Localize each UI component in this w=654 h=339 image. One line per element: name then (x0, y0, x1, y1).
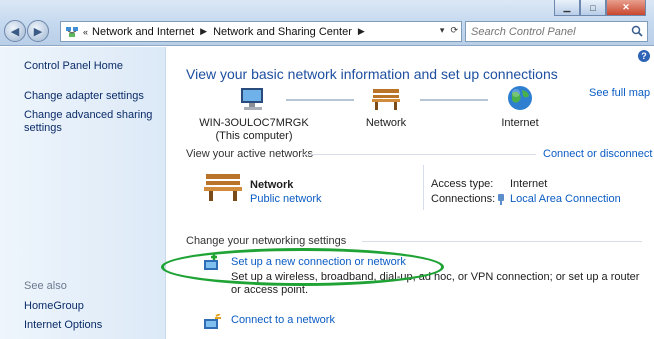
computer-icon[interactable] (238, 86, 268, 112)
back-button[interactable]: ◀ (4, 20, 26, 42)
divider (303, 154, 536, 155)
setup-new-connection-link[interactable]: Set up a new connection or network (231, 256, 406, 268)
connections-label: Connections: (431, 193, 496, 205)
window-controls: ▁ □ ✕ (554, 0, 646, 16)
local-area-connection-link[interactable]: Local Area Connection (510, 193, 621, 205)
vertical-divider (423, 165, 424, 210)
computer-name: WIN-3OULOC7MRGK (199, 117, 309, 129)
back-arrow-icon: ◀ (10, 25, 20, 38)
page-title: View your basic network information and … (186, 66, 558, 82)
network-type-link[interactable]: Public network (250, 193, 322, 205)
refresh-icon[interactable]: ⟳ (450, 25, 458, 36)
sidebar: Control Panel Home Change adapter settin… (0, 47, 166, 339)
see-also-heading: See also (24, 280, 67, 292)
close-button[interactable]: ✕ (606, 0, 646, 16)
computer-subtitle: (This computer) (215, 130, 293, 142)
maximize-button[interactable]: □ (580, 0, 606, 16)
sidebar-item-homegroup[interactable]: HomeGroup (24, 300, 84, 313)
breadcrumb-separator-icon[interactable]: ▶ (200, 26, 207, 37)
help-icon[interactable]: ? (638, 50, 650, 62)
access-type-value: Internet (510, 178, 548, 190)
search-input[interactable] (471, 25, 629, 38)
connector-line (286, 99, 354, 101)
active-network-name: Network (250, 179, 294, 191)
breadcrumb-network-internet[interactable]: Network and Internet (92, 26, 194, 38)
breadcrumb-overflow[interactable]: « (83, 27, 88, 37)
search-icon[interactable] (631, 25, 643, 37)
network-node-label: Network (365, 117, 407, 129)
breadcrumb-sharing-center[interactable]: Network and Sharing Center (213, 26, 352, 38)
sidebar-item-advanced-sharing[interactable]: Change advanced sharing (24, 109, 152, 122)
globe-icon[interactable] (506, 84, 534, 112)
bench-icon (204, 174, 242, 201)
change-settings-heading: Change your networking settings (186, 235, 347, 247)
connect-or-disconnect-link[interactable]: Connect or disconnect (543, 148, 652, 160)
network-center-icon (66, 26, 78, 37)
connect-to-network-link[interactable]: Connect to a network (231, 314, 335, 326)
bench-icon[interactable] (370, 86, 402, 112)
sidebar-item-advanced-sharing-cont[interactable]: settings (24, 122, 62, 135)
address-dropdown-icon[interactable]: ▾ (440, 25, 445, 36)
see-full-map-link[interactable]: See full map (589, 87, 650, 99)
internet-node-label: Internet (501, 117, 539, 129)
connect-network-icon (204, 314, 221, 329)
connector-line (420, 99, 488, 101)
forward-button[interactable]: ▶ (27, 20, 49, 42)
sidebar-item-adapter-settings[interactable]: Change adapter settings (24, 90, 144, 103)
title-bar: ▁ □ ✕ ◀ ▶ « Network and Internet ▶ Netwo… (0, 0, 654, 46)
minimize-button[interactable]: ▁ (554, 0, 580, 16)
divider (362, 241, 642, 242)
connection-plug-icon (498, 194, 504, 205)
sidebar-item-internet-options[interactable]: Internet Options (24, 319, 102, 332)
search-box[interactable] (465, 21, 648, 42)
breadcrumb-separator-icon[interactable]: ▶ (358, 26, 365, 37)
active-networks-heading: View your active networks (186, 148, 313, 160)
sidebar-item-home[interactable]: Control Panel Home (24, 60, 123, 73)
forward-arrow-icon: ▶ (33, 25, 43, 38)
access-type-label: Access type: (431, 178, 494, 190)
address-bar[interactable]: « Network and Internet ▶ Network and Sha… (60, 21, 462, 42)
new-connection-icon (204, 254, 218, 270)
setup-description: Set up a wireless, broadband, dial-up, a… (231, 271, 640, 296)
